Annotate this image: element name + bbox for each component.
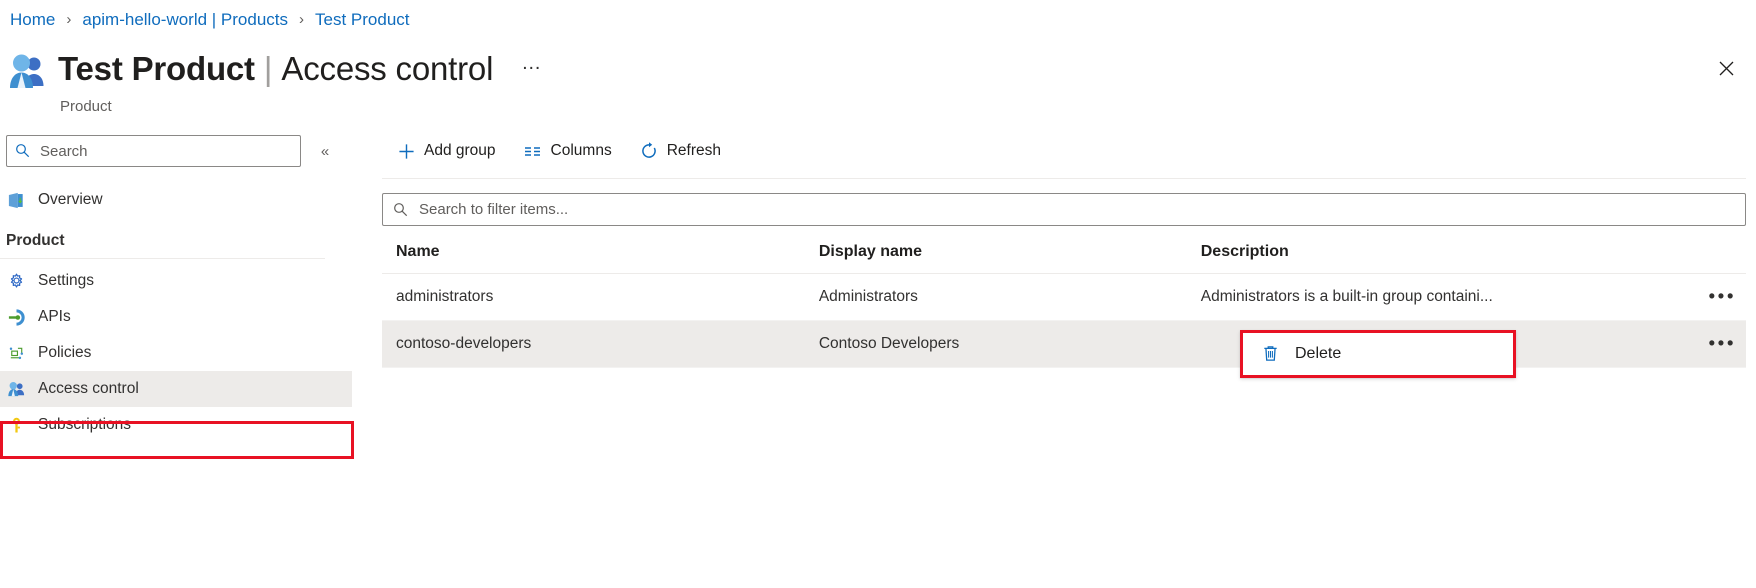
search-box[interactable] xyxy=(6,135,301,167)
overview-icon xyxy=(6,190,26,210)
resource-type-label: Product xyxy=(60,98,543,115)
cell-display-name: Contoso Developers xyxy=(805,321,1187,368)
breadcrumb-item-products[interactable]: apim-hello-world | Products xyxy=(80,8,290,32)
add-group-button[interactable]: Add group xyxy=(388,135,505,167)
column-header-description[interactable]: Description xyxy=(1187,226,1746,274)
close-button[interactable] xyxy=(1710,52,1742,84)
groups-table: Name Display name Description administra… xyxy=(382,226,1746,368)
azure-portal-blade: Home › apim-hello-world | Products › Tes… xyxy=(0,0,1756,588)
sidebar-item-policies[interactable]: Policies xyxy=(0,335,352,371)
command-label: Columns xyxy=(551,142,612,160)
search-input[interactable] xyxy=(38,142,292,161)
cell-display-name: Administrators xyxy=(805,274,1187,321)
sidebar-item-label: Policies xyxy=(38,344,91,362)
filter-input[interactable] xyxy=(417,200,1735,219)
delete-menu-item-label: Delete xyxy=(1295,345,1341,363)
cell-description: Administrators is a built-in group conta… xyxy=(1187,274,1746,321)
sidebar-item-overview[interactable]: Overview xyxy=(0,182,352,218)
key-icon xyxy=(6,415,26,435)
search-icon xyxy=(15,143,31,159)
title-separator: | xyxy=(264,48,273,90)
sidebar-item-subscriptions[interactable]: Subscriptions xyxy=(0,407,352,443)
sidebar-item-apis[interactable]: APIs xyxy=(0,299,352,335)
row-context-menu-icon[interactable]: ••• xyxy=(1709,335,1736,354)
sidebar-divider xyxy=(0,258,325,259)
row-context-menu[interactable]: Delete xyxy=(1240,330,1516,378)
command-label: Refresh xyxy=(667,142,721,160)
more-commands-icon[interactable]: … xyxy=(521,42,543,96)
sidebar-group-title: Product xyxy=(0,232,360,250)
refresh-icon xyxy=(640,142,658,160)
breadcrumb-item-test-product[interactable]: Test Product xyxy=(313,8,412,32)
page-subtitle-name: Access control xyxy=(281,48,493,90)
page-title-row: Test Product | Access control … Product xyxy=(8,42,543,115)
page-title: Test Product xyxy=(58,48,255,90)
breadcrumb-separator-icon: › xyxy=(66,8,71,32)
sidebar: « Overview Product xyxy=(0,130,360,588)
column-header-name[interactable]: Name xyxy=(382,226,805,274)
sidebar-item-label: Access control xyxy=(38,380,139,398)
filter-box[interactable] xyxy=(382,193,1746,226)
breadcrumb-separator-icon: › xyxy=(299,8,304,32)
row-context-menu-icon[interactable]: ••• xyxy=(1709,288,1736,307)
command-label: Add group xyxy=(424,142,496,160)
policies-icon xyxy=(6,343,26,363)
gear-icon xyxy=(6,271,26,291)
table-body: administrators Administrators Administra… xyxy=(382,274,1746,368)
sidebar-item-label: APIs xyxy=(38,308,71,326)
sidebar-item-access-control[interactable]: Access control xyxy=(0,371,352,407)
cell-name: administrators xyxy=(382,274,805,321)
breadcrumb-item-home[interactable]: Home xyxy=(8,8,57,32)
sidebar-item-label: Overview xyxy=(38,191,103,209)
search-icon xyxy=(393,202,409,218)
collapse-sidebar-icon[interactable]: « xyxy=(313,139,337,163)
sidebar-item-settings[interactable]: Settings xyxy=(0,263,352,299)
apis-icon xyxy=(6,307,26,327)
table-head: Name Display name Description xyxy=(382,226,1746,274)
columns-icon xyxy=(524,142,542,160)
access-control-icon xyxy=(6,379,26,399)
sidebar-item-label: Subscriptions xyxy=(38,416,131,434)
refresh-button[interactable]: Refresh xyxy=(631,135,730,167)
cell-name: contoso-developers xyxy=(382,321,805,368)
users-group-icon xyxy=(8,50,48,94)
table-row[interactable]: administrators Administrators Administra… xyxy=(382,274,1746,321)
breadcrumb: Home › apim-hello-world | Products › Tes… xyxy=(8,8,412,32)
table-row[interactable]: contoso-developers Contoso Developers ••… xyxy=(382,321,1746,368)
sidebar-item-label: Settings xyxy=(38,272,94,290)
command-bar: Add group Columns Refr xyxy=(380,130,1756,172)
plus-icon xyxy=(397,142,415,160)
sidebar-search-row: « xyxy=(6,135,337,167)
table-header-row: Name Display name Description xyxy=(382,226,1746,274)
description-text: Administrators is a built-in group conta… xyxy=(1201,288,1493,305)
filter-wrapper xyxy=(380,179,1756,226)
column-header-display-name[interactable]: Display name xyxy=(805,226,1187,274)
main-content: Add group Columns Refr xyxy=(380,130,1756,588)
columns-button[interactable]: Columns xyxy=(515,135,621,167)
trash-icon xyxy=(1261,344,1281,364)
